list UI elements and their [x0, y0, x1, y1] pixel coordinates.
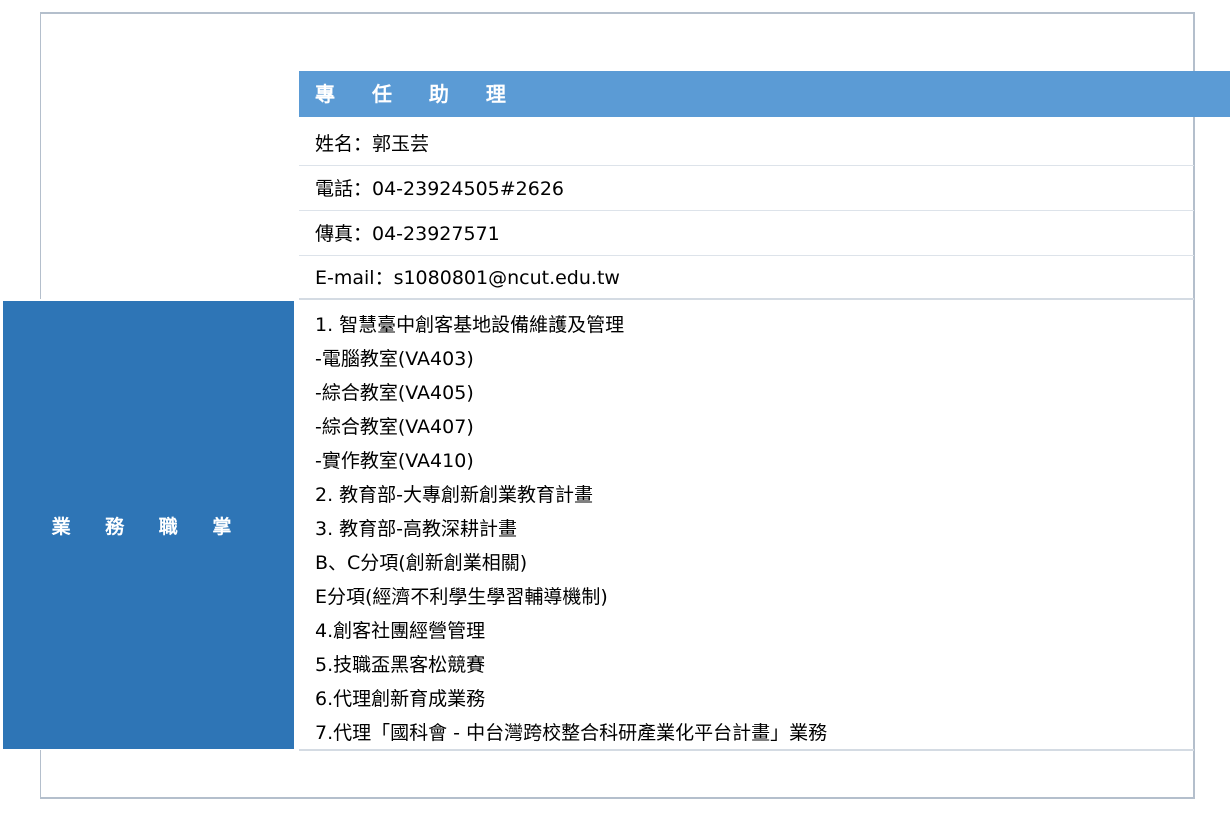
contact-name: 姓名：郭玉芸 — [299, 122, 1194, 166]
contact-phone: 電話：04-23924505#2626 — [299, 167, 1194, 211]
frame-top-border — [40, 12, 1195, 14]
duty-item: B、C分項(創新創業相關) — [315, 552, 528, 574]
duty-item: 3. 教育部-高教深耕計畫 — [315, 518, 518, 540]
duty-item: 5.技職盃黑客松競賽 — [315, 654, 486, 676]
duty-item: 6.代理創新育成業務 — [315, 688, 486, 710]
duty-item: -實作教室(VA410) — [315, 450, 474, 472]
contact-email[interactable]: E-mail：s1080801@ncut.edu.tw — [299, 256, 1194, 300]
duty-item: E分項(經濟不利學生學習輔導機制) — [315, 586, 608, 608]
duties-list: 1. 智慧臺中創客基地設備維護及管理 -電腦教室(VA403) -綜合教室(VA… — [299, 301, 1194, 751]
section-title: 專 任 助 理 — [299, 71, 1230, 117]
duty-item: -綜合教室(VA407) — [315, 416, 474, 438]
duty-item: 4.創客社團經營管理 — [315, 620, 486, 642]
frame-bottom-border — [40, 797, 1195, 799]
frame-left-border — [40, 12, 41, 299]
duties-label: 業 務 職 掌 — [3, 301, 294, 749]
duty-item: -綜合教室(VA405) — [315, 382, 474, 404]
contact-fax: 傳真：04-23927571 — [299, 212, 1194, 256]
duty-item: 2. 教育部-大專創新創業教育計畫 — [315, 484, 594, 506]
duty-item: 1. 智慧臺中創客基地設備維護及管理 — [315, 314, 625, 336]
frame-left-border-lower — [40, 750, 41, 798]
duty-item: -電腦教室(VA403) — [315, 348, 474, 370]
duty-item: 7.代理「國科會 - 中台灣跨校整合科研產業化平台計畫」業務 — [315, 722, 828, 744]
